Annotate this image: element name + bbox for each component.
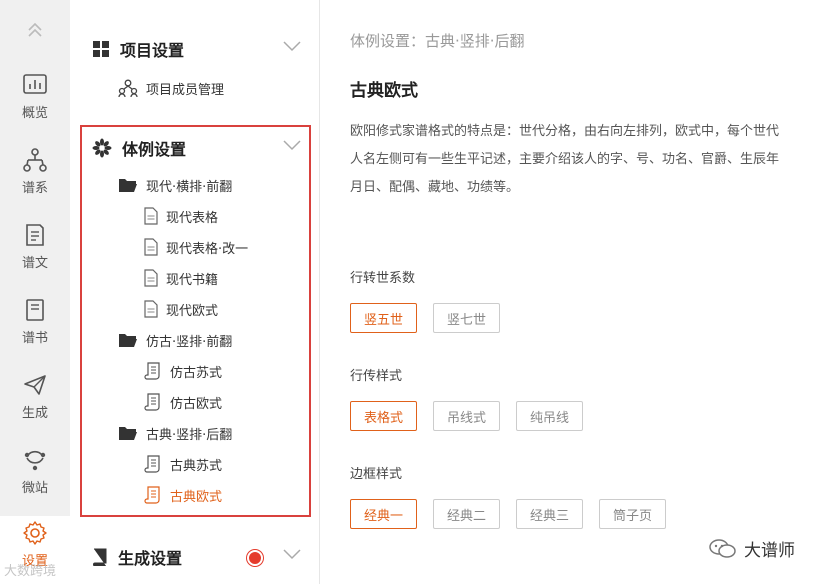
option-label-border-style: 边框样式	[350, 467, 403, 482]
rail-label: 谱书	[21, 331, 48, 346]
watermark-corner: 大数跨境	[4, 564, 57, 579]
option-button-seven-gen[interactable]: 竖七世	[433, 303, 500, 333]
rail-label: 微站	[21, 481, 48, 496]
chevron-down-icon[interactable]	[282, 547, 302, 561]
rail-label: 概览	[21, 106, 48, 121]
style-detail-panel: 体例设置：古典·竖排·后翻 古典欧式 欧阳修式家谱格式的特点是：世代分格，由右向…	[321, 0, 831, 584]
rail-item-generate[interactable]: 生成	[0, 368, 70, 440]
option-button-pure-hanging-line[interactable]: 纯吊线	[516, 401, 583, 431]
chart-icon	[23, 74, 47, 94]
document-icon	[26, 224, 44, 246]
rail-label: 谱文	[21, 256, 48, 271]
book-icon	[26, 299, 44, 321]
grid-icon	[93, 41, 109, 57]
section-title: 项目设置	[120, 41, 185, 60]
watermark-text: 大谱师	[744, 541, 795, 561]
rail-item-overview[interactable]: 概览	[0, 68, 70, 140]
highlight-frame	[80, 125, 311, 517]
collapse-up-button[interactable]	[0, 12, 70, 48]
rail-item-text[interactable]: 谱文	[0, 218, 70, 290]
option-label-generations: 行转世系数	[350, 271, 416, 286]
paper-plane-icon	[24, 375, 46, 395]
option-button-classic-3[interactable]: 经典三	[516, 499, 583, 529]
chevron-down-icon[interactable]	[282, 39, 302, 53]
rail-label: 生成	[21, 406, 48, 421]
option-button-five-gen[interactable]: 竖五世	[350, 303, 417, 333]
section-title: 生成设置	[118, 549, 183, 568]
rail-item-book[interactable]: 谱书	[0, 293, 70, 365]
icon-rail: 概览 谱系 谱文 谱书 生成 微站 设置	[0, 0, 70, 584]
wechat-icon	[709, 538, 736, 558]
style-description: 欧阳修式家谱格式的特点是：世代分格，由右向左排列，欧式中，每个世代人名左侧可有一…	[350, 124, 780, 195]
option-button-tube-page[interactable]: 筒子页	[599, 499, 666, 529]
tree-item-project-members[interactable]: 项目成员管理	[118, 77, 224, 99]
section-project-settings[interactable]: 项目设置	[92, 37, 302, 61]
watermark-wechat: 大谱师	[708, 536, 795, 561]
breadcrumb: 体例设置：古典·竖排·后翻	[350, 32, 525, 50]
tree-item-label: 项目成员管理	[146, 82, 225, 98]
option-label-biography-style: 行传样式	[350, 369, 403, 384]
page-title: 古典欧式	[350, 81, 418, 101]
tree-network-icon	[23, 148, 47, 172]
microsite-icon	[24, 450, 46, 471]
gear-icon	[23, 521, 47, 545]
option-button-classic-1[interactable]: 经典一	[350, 499, 417, 529]
rail-label: 谱系	[21, 181, 48, 196]
option-button-table-style[interactable]: 表格式	[350, 401, 417, 431]
rail-item-microsite[interactable]: 微站	[0, 443, 70, 515]
section-generate-settings[interactable]: 生成设置	[92, 545, 302, 569]
option-button-hanging-line[interactable]: 吊线式	[433, 401, 500, 431]
notification-dot	[247, 550, 263, 566]
people-icon	[118, 79, 138, 97]
book-icon	[93, 548, 107, 566]
double-chevron-up-icon	[28, 22, 42, 37]
option-button-classic-2[interactable]: 经典二	[433, 499, 500, 529]
rail-item-lineage[interactable]: 谱系	[0, 143, 70, 215]
